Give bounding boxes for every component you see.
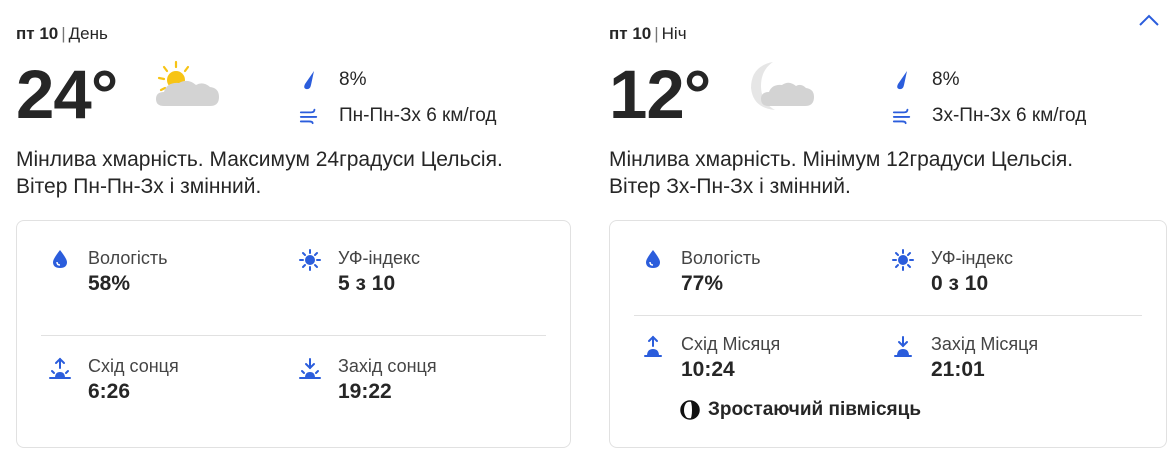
- day-sunset: Захід сонця 19:22: [299, 355, 437, 405]
- moonrise-label: Схід Місяця: [681, 334, 781, 354]
- sunset-label: Захід сонця: [338, 356, 437, 376]
- night-header: пт 10 | Ніч: [609, 24, 687, 44]
- day-date: пт 10: [16, 24, 59, 43]
- moonrise-icon: [642, 335, 664, 359]
- night-date: пт 10: [609, 24, 652, 43]
- night-precip-value: 8%: [932, 69, 960, 90]
- night-wind: Зх-Пн-Зх 6 км/год: [892, 98, 1086, 134]
- humidity-value: 58%: [88, 272, 131, 295]
- moonrise-value: 10:24: [681, 358, 735, 381]
- night-details-card: Вологість 77% УФ-індекс 0 з 10 Схід Міся…: [609, 220, 1167, 448]
- partly-cloudy-night-icon: [751, 62, 814, 110]
- night-precip: 8%: [892, 62, 1086, 98]
- day-uv: УФ-індекс 5 з 10: [299, 247, 420, 297]
- raindrop-icon: [299, 69, 319, 91]
- day-details-card: Вологість 58% УФ-індекс 5 з 10 Схід сонц…: [16, 220, 571, 448]
- night-forecast: пт 10 | Ніч 12° 8% Зх-Пн-Зх 6 км/год Мінли…: [609, 0, 1169, 463]
- raindrop-icon: [892, 69, 912, 91]
- humidity-label: Вологість: [88, 248, 168, 268]
- humidity-drop-icon: [49, 249, 71, 273]
- card-divider: [41, 335, 546, 336]
- uv-label: УФ-індекс: [338, 248, 421, 268]
- wind-icon: [892, 105, 912, 127]
- day-header: пт 10 | День: [16, 24, 108, 44]
- sunrise-icon: [49, 357, 71, 381]
- sunset-icon: [299, 357, 321, 381]
- moonset-value: 21:01: [931, 358, 985, 381]
- moon-phase: Зростаючий півмісяць: [680, 399, 921, 421]
- uv-value: 0 з 10: [931, 272, 989, 295]
- day-forecast: пт 10 | День 24° 8% Пн-Пн-Зх 6 км/год Мінл…: [16, 0, 576, 463]
- night-stats: 8% Зх-Пн-Зх 6 км/год: [892, 62, 1086, 134]
- moonset-icon: [892, 335, 914, 359]
- sunset-value: 19:22: [338, 380, 392, 403]
- day-sunrise: Схід сонця 6:26: [49, 355, 179, 405]
- day-precip-value: 8%: [339, 69, 367, 90]
- day-humidity: Вологість 58%: [49, 247, 168, 297]
- night-moonset: Захід Місяця 21:01: [892, 333, 1038, 383]
- day-wind: Пн-Пн-Зх 6 км/год: [299, 98, 496, 134]
- header-separator: |: [654, 24, 659, 43]
- moon-phase-label: Зростаючий півмісяць: [708, 399, 922, 420]
- moon-phase-icon: [680, 400, 700, 420]
- day-wind-value: Пн-Пн-Зх 6 км/год: [339, 105, 497, 126]
- header-separator: |: [61, 24, 66, 43]
- night-description: Мінлива хмарність. Мінімум 12градуси Цел…: [609, 148, 1074, 198]
- moonset-label: Захід Місяця: [931, 334, 1039, 354]
- humidity-value: 77%: [681, 272, 724, 295]
- day-precip: 8%: [299, 62, 496, 98]
- wind-icon: [299, 105, 319, 127]
- night-wind-value: Зх-Пн-Зх 6 км/год: [932, 105, 1087, 126]
- day-description: Мінлива хмарність. Максимум 24градуси Це…: [16, 148, 503, 198]
- night-uv: УФ-індекс 0 з 10: [892, 247, 1013, 297]
- day-stats: 8% Пн-Пн-Зх 6 км/год: [299, 62, 496, 134]
- night-period: Ніч: [661, 24, 687, 43]
- humidity-label: Вологість: [681, 248, 761, 268]
- card-divider: [634, 315, 1142, 316]
- night-moonrise: Схід Місяця 10:24: [642, 333, 780, 383]
- uv-value: 5 з 10: [338, 272, 396, 295]
- day-temperature: 24°: [16, 56, 118, 133]
- partly-cloudy-day-icon: [156, 60, 219, 106]
- uv-label: УФ-індекс: [931, 248, 1014, 268]
- humidity-drop-icon: [642, 249, 664, 273]
- uv-sun-icon: [892, 249, 914, 273]
- day-period: День: [68, 24, 108, 43]
- sunrise-value: 6:26: [88, 380, 131, 403]
- night-temperature: 12°: [609, 56, 711, 133]
- sunrise-label: Схід сонця: [88, 356, 179, 376]
- uv-sun-icon: [299, 249, 321, 273]
- night-humidity: Вологість 77%: [642, 247, 761, 297]
